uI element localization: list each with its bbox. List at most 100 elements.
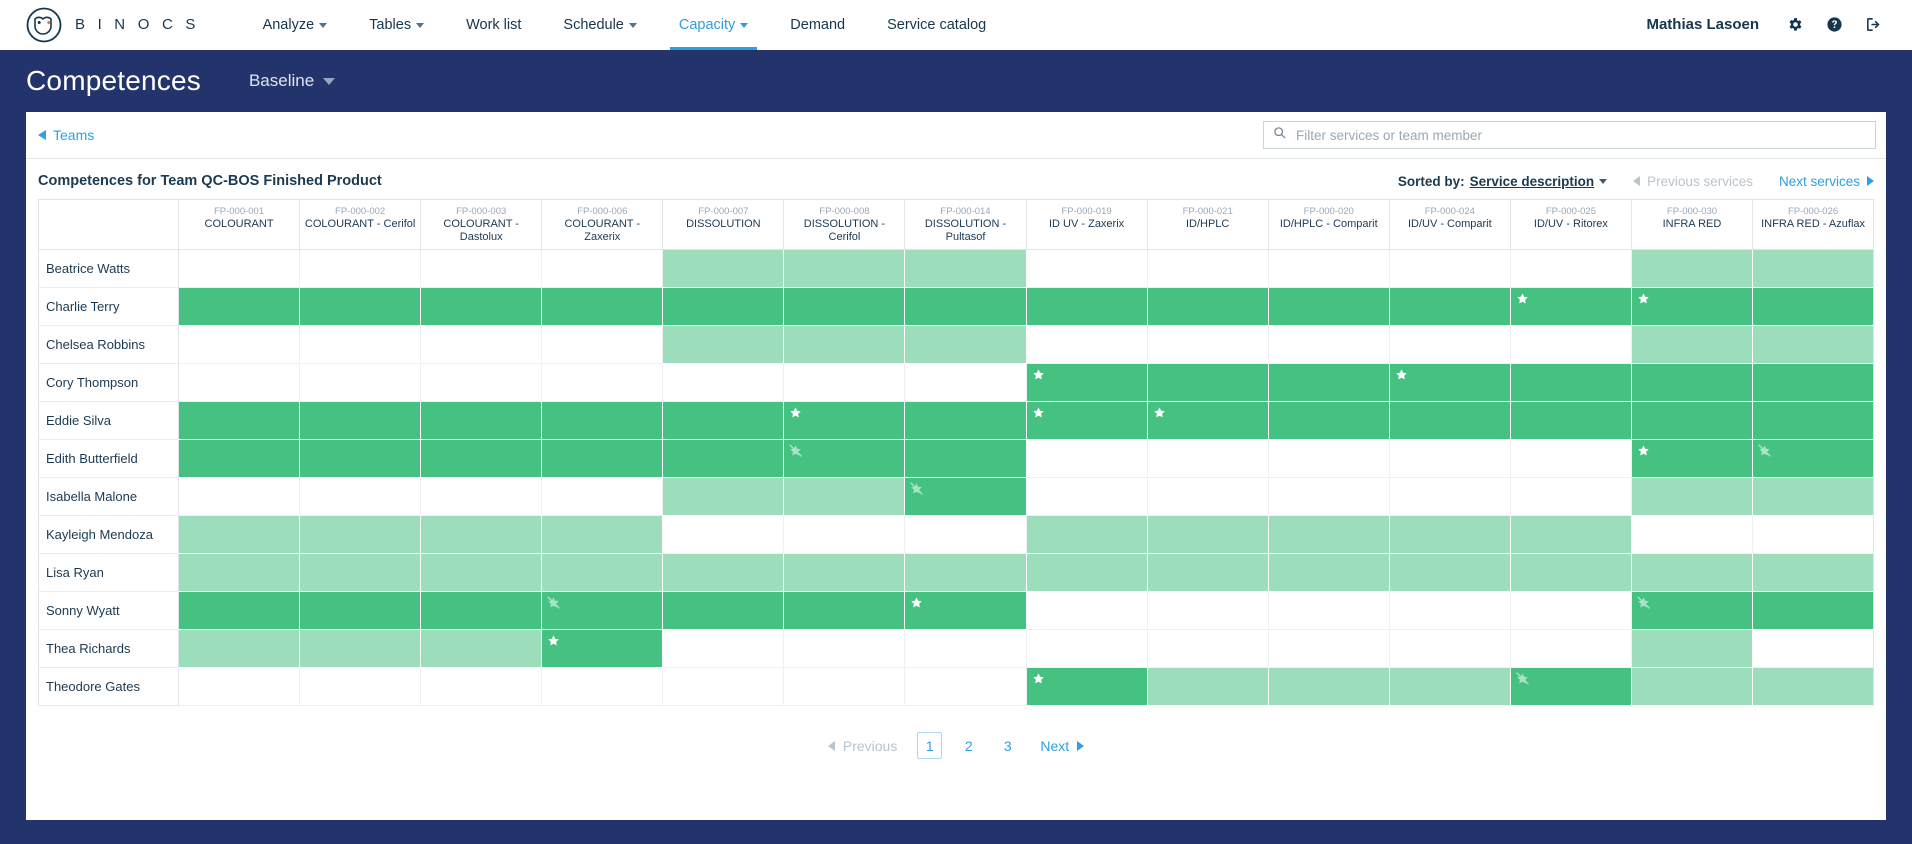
competence-cell[interactable]	[1268, 364, 1390, 402]
competence-cell[interactable]	[542, 364, 664, 402]
competence-cell[interactable]	[1389, 402, 1511, 440]
competence-cell[interactable]	[1510, 516, 1632, 554]
competence-cell[interactable]	[1631, 440, 1754, 478]
competence-cell[interactable]	[542, 516, 664, 554]
competence-cell[interactable]	[179, 402, 301, 440]
grid-column-header[interactable]: FP-000-007 DISSOLUTION	[663, 200, 785, 250]
competence-cell[interactable]	[1389, 288, 1511, 326]
competence-cell[interactable]	[1147, 592, 1269, 630]
pagination-page-3[interactable]: 3	[995, 732, 1020, 759]
competence-cell[interactable]	[1389, 668, 1511, 706]
competence-cell[interactable]	[300, 250, 422, 288]
nav-item-analyze[interactable]: Analyze	[242, 0, 349, 50]
competence-cell[interactable]	[542, 402, 664, 440]
competence-cell[interactable]	[1753, 554, 1874, 592]
search-input[interactable]	[1294, 126, 1866, 144]
competence-cell[interactable]	[300, 630, 422, 668]
brand-logo-group[interactable]: B I N O C S	[26, 7, 200, 43]
competence-cell[interactable]	[1268, 478, 1390, 516]
grid-column-header[interactable]: FP-000-024 ID/UV - Comparit	[1389, 200, 1511, 250]
competence-cell[interactable]	[421, 592, 543, 630]
competence-cell[interactable]	[1268, 288, 1390, 326]
competence-cell[interactable]	[1268, 402, 1390, 440]
competence-cell[interactable]	[1753, 326, 1874, 364]
grid-column-header[interactable]: FP-000-006 COLOURANT - Zaxerix	[542, 200, 664, 250]
grid-column-header[interactable]: FP-000-019 ID UV - Zaxerix	[1026, 200, 1148, 250]
competence-cell[interactable]	[784, 440, 906, 478]
competence-cell[interactable]	[1631, 592, 1754, 630]
competence-cell[interactable]	[663, 402, 785, 440]
scenario-selector[interactable]: Baseline	[249, 71, 336, 91]
competence-cell[interactable]	[784, 288, 906, 326]
competence-cell[interactable]	[179, 326, 301, 364]
competence-cell[interactable]	[1389, 250, 1511, 288]
grid-column-header[interactable]: FP-000-002 COLOURANT - Cerifol	[300, 200, 422, 250]
competence-cell[interactable]	[1147, 326, 1269, 364]
competence-cell[interactable]	[1268, 326, 1390, 364]
competence-cell[interactable]	[1389, 554, 1511, 592]
competence-cell[interactable]	[1268, 516, 1390, 554]
competence-cell[interactable]	[784, 554, 906, 592]
grid-column-header[interactable]: FP-000-030 INFRA RED	[1631, 200, 1754, 250]
team-member-name[interactable]: Eddie Silva	[39, 402, 179, 440]
competence-cell[interactable]	[1147, 630, 1269, 668]
competence-cell[interactable]	[300, 554, 422, 592]
grid-column-header[interactable]: FP-000-021 ID/HPLC	[1147, 200, 1269, 250]
competence-cell[interactable]	[1753, 478, 1874, 516]
competence-cell[interactable]	[542, 326, 664, 364]
grid-column-header[interactable]: FP-000-008 DISSOLUTION - Cerifol	[784, 200, 906, 250]
team-member-name[interactable]: Beatrice Watts	[39, 250, 179, 288]
competence-cell[interactable]	[1389, 592, 1511, 630]
competence-cell[interactable]	[1389, 478, 1511, 516]
competence-cell[interactable]	[905, 592, 1027, 630]
competence-cell[interactable]	[1147, 402, 1269, 440]
competence-cell[interactable]	[300, 364, 422, 402]
competence-cell[interactable]	[1026, 630, 1148, 668]
competence-cell[interactable]	[1026, 288, 1148, 326]
help-icon[interactable]	[1826, 16, 1843, 33]
competence-cell[interactable]	[663, 478, 785, 516]
team-member-name[interactable]: Chelsea Robbins	[39, 326, 179, 364]
competence-cell[interactable]	[300, 288, 422, 326]
competence-cell[interactable]	[1147, 554, 1269, 592]
competence-cell[interactable]	[1510, 668, 1632, 706]
competence-cell[interactable]	[542, 592, 664, 630]
competence-cell[interactable]	[421, 478, 543, 516]
nav-item-schedule[interactable]: Schedule	[542, 0, 657, 50]
team-member-name[interactable]: Cory Thompson	[39, 364, 179, 402]
team-member-name[interactable]: Isabella Malone	[39, 478, 179, 516]
competence-cell[interactable]	[421, 554, 543, 592]
grid-column-header[interactable]: FP-000-003 COLOURANT - Dastolux	[421, 200, 543, 250]
competence-cell[interactable]	[179, 364, 301, 402]
competence-cell[interactable]	[784, 250, 906, 288]
competence-cell[interactable]	[1268, 440, 1390, 478]
competence-cell[interactable]	[1026, 250, 1148, 288]
competence-cell[interactable]	[1510, 554, 1632, 592]
sort-control[interactable]: Sorted by: Service description	[1398, 174, 1608, 189]
team-member-name[interactable]: Lisa Ryan	[39, 554, 179, 592]
competence-cell[interactable]	[421, 326, 543, 364]
competence-cell[interactable]	[1631, 516, 1754, 554]
search-box[interactable]	[1263, 121, 1876, 149]
competence-cell[interactable]	[784, 402, 906, 440]
nav-item-demand[interactable]: Demand	[769, 0, 866, 50]
competence-cell[interactable]	[179, 250, 301, 288]
competence-cell[interactable]	[905, 668, 1027, 706]
competence-cell[interactable]	[1510, 326, 1632, 364]
competence-cell[interactable]	[421, 516, 543, 554]
competence-cell[interactable]	[784, 516, 906, 554]
competence-cell[interactable]	[905, 516, 1027, 554]
competence-cell[interactable]	[1026, 478, 1148, 516]
competence-cell[interactable]	[542, 554, 664, 592]
competence-cell[interactable]	[300, 592, 422, 630]
competence-cell[interactable]	[421, 364, 543, 402]
competence-cell[interactable]	[179, 592, 301, 630]
competence-cell[interactable]	[663, 440, 785, 478]
team-member-name[interactable]: Charlie Terry	[39, 288, 179, 326]
competence-cell[interactable]	[1268, 250, 1390, 288]
competence-cell[interactable]	[1753, 440, 1874, 478]
competence-cell[interactable]	[1389, 630, 1511, 668]
competence-cell[interactable]	[179, 554, 301, 592]
nav-item-capacity[interactable]: Capacity	[658, 0, 769, 50]
competence-cell[interactable]	[1026, 554, 1148, 592]
